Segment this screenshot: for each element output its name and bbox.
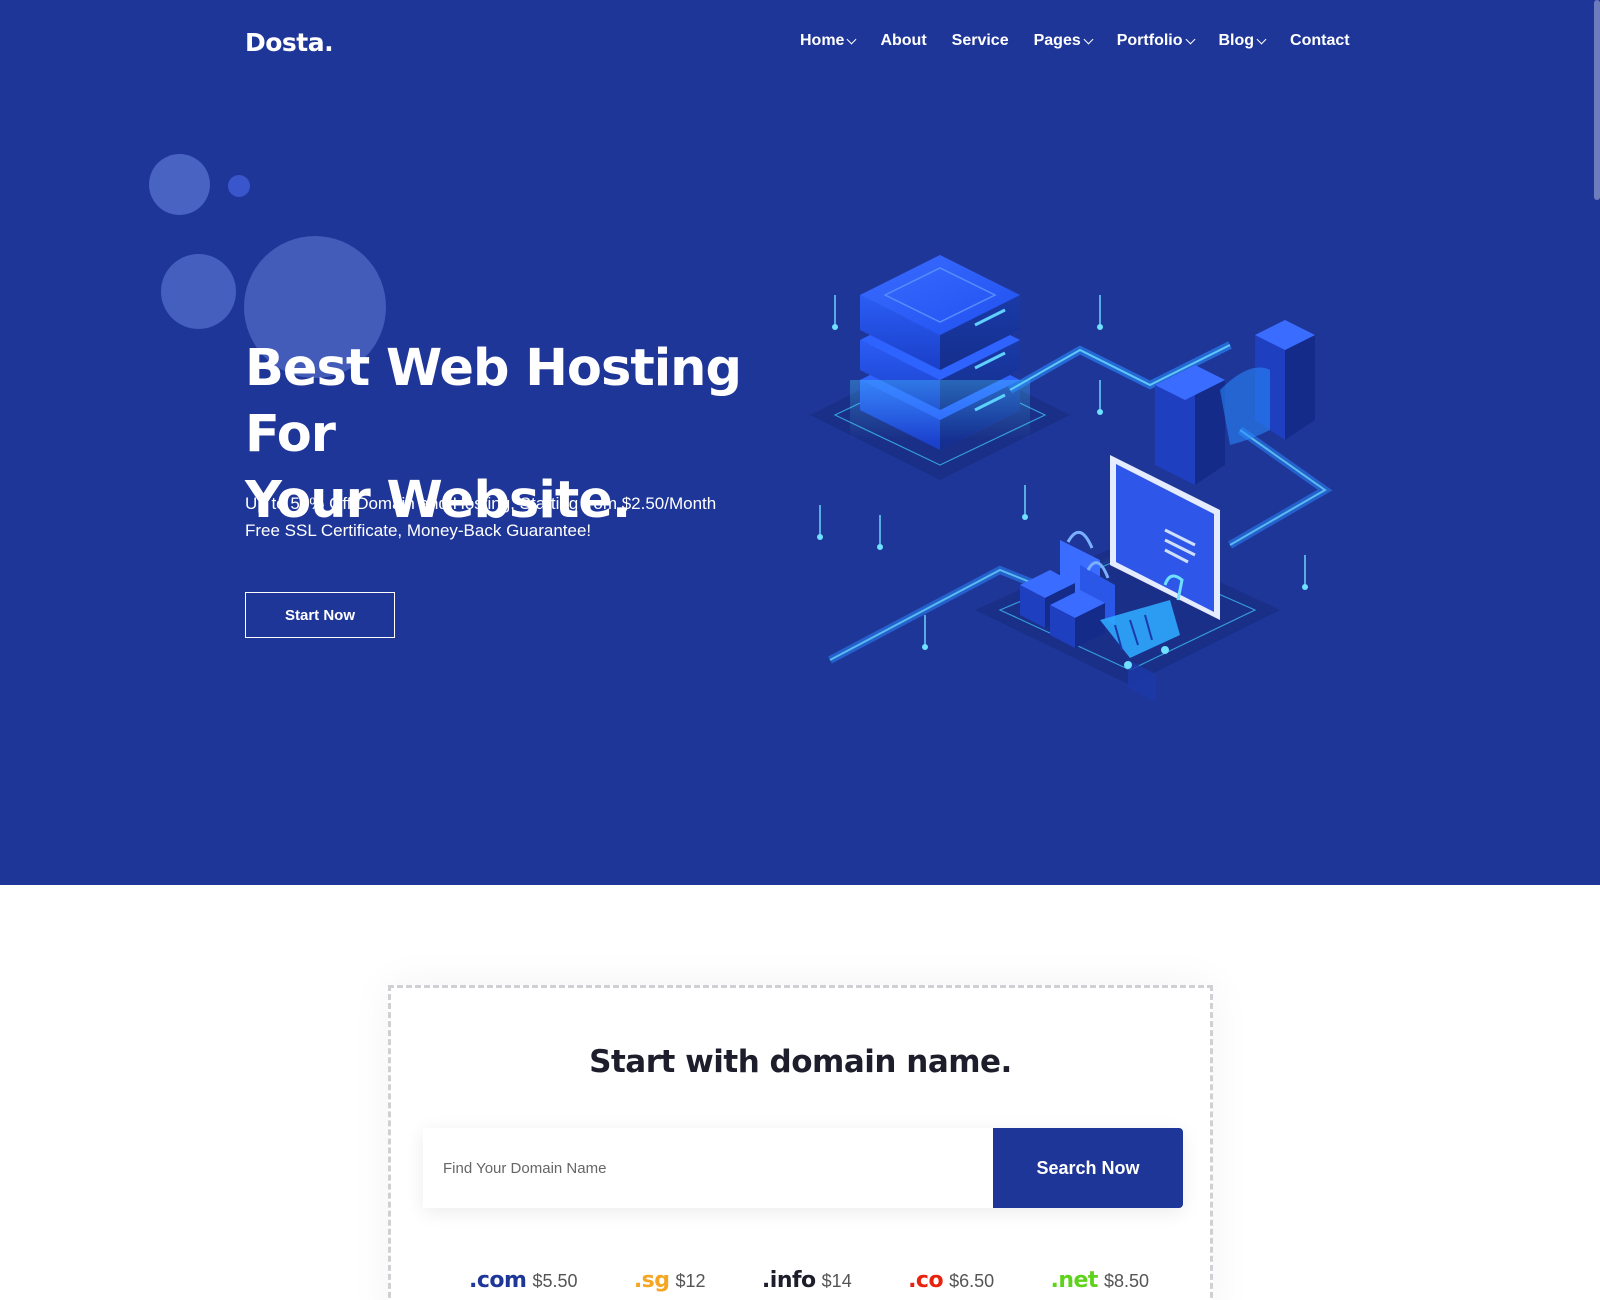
tld-price-list: .com $5.50 .sg $12 .info $14 .co $6.50 .net $… [469,1268,1149,1293]
hero-subtitle: Up to 50% Off Domain and Hosting, Starti… [245,490,805,544]
nav-label: Service [951,32,1009,49]
decor-bubble [161,254,236,329]
tld-ext: .sg [633,1268,670,1293]
nav-item-service[interactable]: Service [952,32,1009,50]
chevron-down-icon [847,34,857,44]
secondary-servers [1155,320,1315,485]
domain-search-input[interactable] [423,1128,993,1208]
decor-bubble [228,175,250,197]
hero-subtitle-line: Up to 50% Off Domain and Hosting, Starti… [245,494,717,513]
tld-ext: .info [761,1268,816,1293]
chevron-down-icon [1083,34,1094,44]
nav-label: Pages [1033,32,1081,49]
domain-search-card: Start with domain name. Search Now .com$… [388,985,1213,1300]
nav-item-portfolio[interactable]: Portfolio [1116,32,1195,50]
tld-price: $8.50 [1103,1271,1149,1291]
chevron-down-icon [1256,34,1267,44]
nav-label: Home [800,32,845,49]
nav-item-blog[interactable]: Blog [1218,32,1267,50]
hero-subtitle-line: Free SSL Certificate, Money-Back Guarant… [245,521,592,540]
tld-item[interactable]: .co $6.50 [908,1268,994,1293]
domain-search-bar: Search Now [423,1128,1183,1208]
brand-logo[interactable]: Dosta. [245,28,334,57]
tld-price: $5.50 [532,1271,578,1291]
tld-item[interactable]: .net $8.50 [1050,1268,1149,1293]
domain-title: Start with domain name. [589,1044,1012,1080]
hero-title-line: Best Web Hosting For [245,339,742,464]
nav-item-pages[interactable]: Pages [1033,32,1094,50]
nav-label: About [880,32,927,49]
tld-item[interactable]: .sg $12 [634,1268,706,1293]
nav-item-contact[interactable]: Contact [1290,32,1350,50]
decor-bubble [149,154,210,215]
hosting-illustration [810,255,1333,703]
nav-item-about[interactable]: About [880,32,926,50]
nav-item-home[interactable]: Home [800,32,857,50]
nav-label: Portfolio [1116,32,1183,49]
tld-ext: .co [908,1268,944,1293]
tld-ext: .com [469,1268,527,1293]
tld-price: $12 [675,1271,706,1291]
tld-item[interactable]: .com $5.50 [469,1268,577,1293]
main-nav: Home About Service Pages Portfolio Blog … [800,32,1350,50]
tld-item[interactable]: .info $14 [762,1268,852,1293]
chevron-down-icon [1185,34,1195,44]
page-scrollbar[interactable] [1594,0,1600,200]
start-now-button[interactable]: Start Now [245,592,395,638]
tld-ext: .net [1050,1268,1098,1293]
shield-icon [1220,367,1270,445]
hero-section: Dosta. Home About Service Pages Portfoli… [0,0,1600,885]
nav-label: Contact [1290,32,1350,49]
tld-price: $14 [821,1271,852,1291]
nav-label: Blog [1218,32,1255,49]
tld-price: $6.50 [949,1271,995,1291]
server-stack [850,255,1030,450]
search-now-button[interactable]: Search Now [993,1128,1183,1208]
